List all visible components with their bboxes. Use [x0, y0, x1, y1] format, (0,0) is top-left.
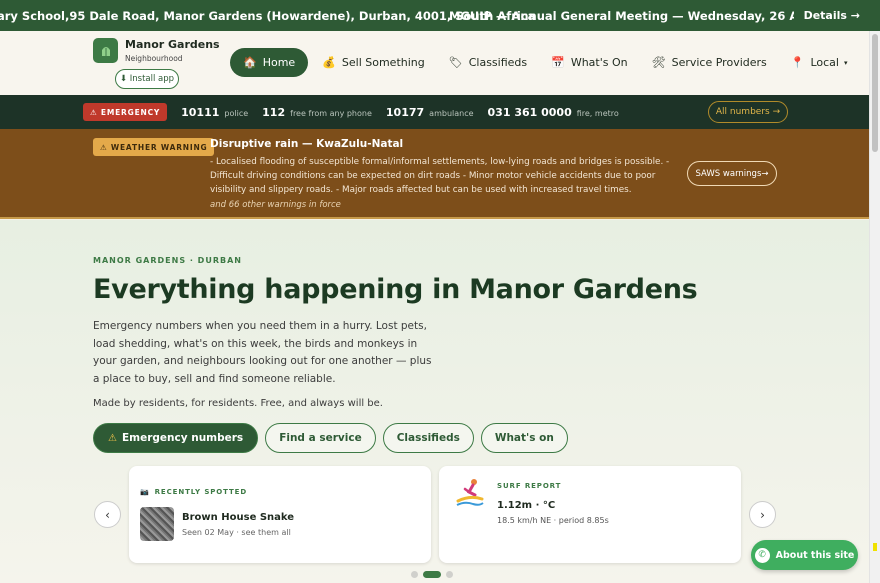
emergency-number-value: 031 361 0000: [487, 105, 572, 119]
logo-icon: [93, 38, 118, 63]
spotted-subtitle[interactable]: Seen 02 May · see them all: [182, 528, 291, 537]
hero-section: MANOR GARDENS · DURBAN Everything happen…: [0, 220, 869, 583]
weather-warning-more: and 66 other warnings in force: [210, 200, 341, 210]
snake-thumbnail: [140, 507, 174, 541]
scrollbar-marker: [873, 543, 877, 551]
emergency-number-label: free from any phone: [290, 108, 372, 118]
spotted-eyebrow: RECENTLY SPOTTED: [154, 488, 248, 496]
carousel-prev-button[interactable]: ‹: [94, 501, 121, 528]
calendar-icon: 📅: [551, 56, 565, 69]
ticker-item-agm[interactable]: MGUIP — Annual General Meeting — Wednesd…: [449, 9, 806, 23]
chevron-down-icon: ▾: [843, 58, 848, 67]
nav-classifieds[interactable]: 🏷 Classifieds: [437, 48, 539, 77]
emergency-number-value: 10111: [181, 105, 220, 119]
emergency-number-fire[interactable]: 031 361 0000 fire, metro: [488, 106, 619, 119]
carousel-dot[interactable]: [411, 571, 418, 578]
emergency-numbers-button[interactable]: ⚠ Emergency numbers: [93, 423, 259, 453]
scrollbar-thumb[interactable]: [872, 34, 878, 152]
weather-warning-title: Disruptive rain — KwaZulu-Natal: [210, 138, 404, 150]
surf-subtitle: 18.5 km/h NE · period 8.85s: [497, 516, 609, 525]
hero-lead: Emergency numbers when you need them in …: [93, 320, 432, 385]
recently-spotted-card[interactable]: 📷 RECENTLY SPOTTED Brown House Snake See…: [129, 466, 431, 563]
emergency-number-police[interactable]: 10111 police: [181, 106, 248, 119]
install-app-button[interactable]: ⬇ Install app: [115, 69, 179, 89]
about-site-label: About this site: [775, 549, 855, 561]
ticker-details-link[interactable]: Details →: [793, 0, 860, 31]
surfer-icon: [456, 479, 484, 506]
emergency-number-value: 112: [262, 105, 286, 119]
site-header: Manor Gardens Neighbourhood ⬇ Install ap…: [0, 31, 880, 95]
carousel-dots: [411, 571, 458, 578]
find-service-button[interactable]: Find a service: [265, 423, 376, 453]
nav-local-label: Local: [810, 56, 839, 69]
nav-providers-label: Service Providers: [671, 56, 767, 69]
all-numbers-button[interactable]: All numbers →: [708, 101, 788, 123]
brand[interactable]: Manor Gardens Neighbourhood: [93, 38, 220, 63]
nav-sell[interactable]: 💰 Sell Something: [310, 48, 437, 77]
camera-icon: 📷: [140, 488, 150, 496]
surf-title: 1.12m · °C: [497, 500, 556, 511]
emergency-number-ambulance[interactable]: 10177 ambulance: [386, 106, 474, 119]
hero-made-by: Made by residents, for residents. Free, …: [93, 398, 383, 409]
about-site-button[interactable]: ✆ About this site: [751, 540, 858, 570]
tag-icon: 🏷: [448, 56, 463, 69]
hero-cta-group: ⚠ Emergency numbers Find a service Class…: [93, 423, 575, 453]
classifieds-button[interactable]: Classifieds: [382, 423, 474, 453]
nav-home[interactable]: 🏠 Home: [230, 48, 309, 77]
weather-warning-panel: ⚠ WEATHER WARNING Disruptive rain — KwaZ…: [0, 129, 869, 219]
carousel-dot[interactable]: [446, 571, 453, 578]
emergency-number-112[interactable]: 112 free from any phone: [262, 106, 372, 119]
emergency-bar: ⚠ EMERGENCY 10111 police 112 free from a…: [0, 95, 869, 129]
saws-warnings-button[interactable]: SAWS warnings→: [687, 161, 777, 186]
emergency-number-label: fire, metro: [576, 108, 619, 118]
carousel-next-button[interactable]: ›: [749, 501, 776, 528]
spotted-title: Brown House Snake: [182, 512, 295, 523]
brand-name: Manor Gardens: [125, 38, 220, 51]
nav-sell-label: Sell Something: [341, 56, 425, 69]
house-icon: 🏠: [243, 56, 257, 69]
money-bag-icon: 💰: [322, 56, 336, 69]
weather-warning-badge: ⚠ WEATHER WARNING: [93, 138, 215, 156]
carousel-dot-active[interactable]: [423, 571, 441, 578]
page-title: Everything happening in Manor Gardens: [93, 274, 698, 305]
warning-icon: ⚠: [108, 432, 117, 444]
emergency-number-value: 10177: [385, 105, 425, 119]
nav-local[interactable]: 📍 Local ▾: [779, 48, 860, 77]
nav-service-providers[interactable]: 🛠 Service Providers: [640, 48, 779, 77]
announcement-ticker: ary School,95 Dale Road, Manor Gardens (…: [0, 0, 880, 31]
hero-eyebrow: MANOR GARDENS · DURBAN: [93, 256, 242, 265]
ticker-track: ary School,95 Dale Road, Manor Gardens (…: [0, 0, 806, 31]
whats-on-button[interactable]: What's on: [480, 423, 568, 453]
emergency-numbers-label: Emergency numbers: [121, 432, 244, 444]
nav-whats-on-label: What's On: [570, 56, 628, 69]
pin-icon: 📍: [790, 56, 805, 69]
emergency-number-label: police: [224, 108, 249, 118]
tools-icon: 🛠: [651, 56, 666, 69]
nav-whats-on[interactable]: 📅 What's On: [539, 48, 640, 77]
weather-warning-text: - Localised flooding of susceptible form…: [210, 157, 670, 195]
page-scrollbar[interactable]: [869, 31, 880, 583]
emergency-number-label: ambulance: [429, 108, 474, 118]
surf-eyebrow: SURF REPORT: [497, 482, 562, 490]
whatsapp-icon: ✆: [754, 547, 770, 563]
main-nav: 🏠 Home 💰 Sell Something 🏷 Classifieds 📅 …: [230, 48, 860, 77]
surf-report-card[interactable]: SURF REPORT 1.12m · °C 18.5 km/h NE · pe…: [439, 466, 741, 563]
nav-classifieds-label: Classifieds: [468, 56, 528, 69]
emergency-badge: ⚠ EMERGENCY: [83, 103, 168, 121]
nav-home-label: Home: [262, 56, 296, 69]
brand-subtitle: Neighbourhood: [125, 54, 183, 63]
